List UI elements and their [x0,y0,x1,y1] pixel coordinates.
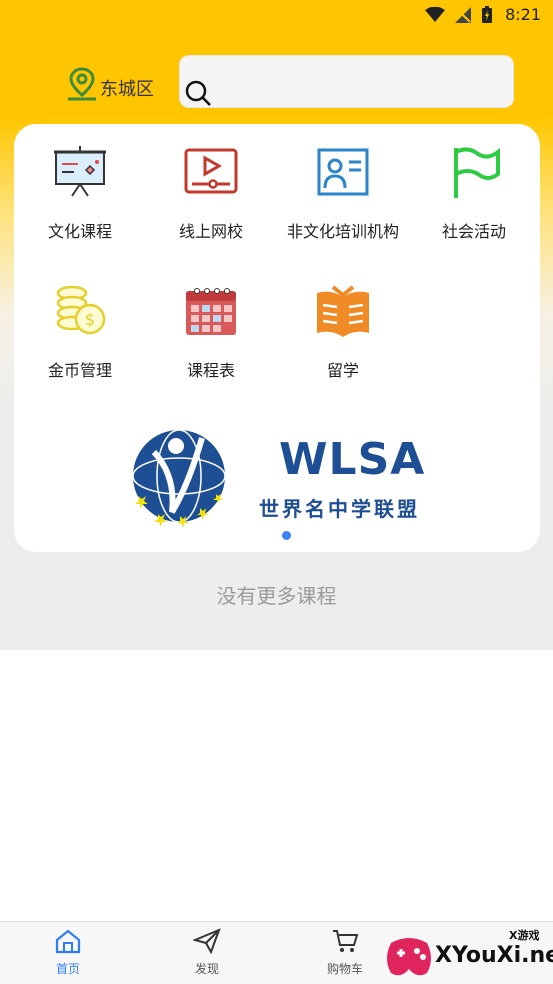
presentation-board-icon [54,146,106,197]
nav-home[interactable]: 首页 [28,928,108,977]
no-more-courses-text: 没有更多课程 [216,584,337,608]
watermark-text: XYouXi.net [435,943,553,968]
search-icon [185,80,211,106]
paper-plane-icon [191,928,221,955]
status-icons [425,6,493,24]
status-bar: 8:21 [0,0,553,30]
location-pin-icon [68,67,96,101]
wlsa-banner[interactable]: WLSA 世界名中学联盟 [124,416,444,536]
menu-item-timetable[interactable]: 课程表 [145,279,277,381]
menu-item-label: 社会活动 [441,222,506,241]
menu-item-label: 非文化培训机构 [286,222,399,241]
menu-item-culture-course[interactable]: 文化课程 [14,140,146,242]
menu-item-study-abroad[interactable]: 留学 [277,279,409,381]
menu-item-label: 金币管理 [47,361,112,380]
location-selector[interactable]: 东城区 [66,67,154,101]
cart-icon [333,930,359,952]
nav-label: 首页 [55,962,80,976]
menu-item-coin-management[interactable]: $ 金币管理 [14,279,146,381]
carousel-indicator[interactable] [282,531,291,540]
video-player-icon [184,148,238,194]
home-icon [55,929,81,954]
menu-item-online-school[interactable]: 线上网校 [145,140,277,242]
coins-icon: $ [56,285,106,335]
flag-icon [454,147,500,198]
nav-label: 购物车 [326,962,363,976]
banner-subtitle: 世界名中学联盟 [259,497,420,521]
no-signal-icon [455,7,471,23]
menu-card: 文化课程 线上网校 非文化培训机构 社会活动 $ 金币管理 课程表 留学 WLS… [14,124,540,552]
watermark: X游戏 XYouXi.net [383,925,553,983]
wifi-icon [425,7,445,22]
battery-icon [482,6,492,23]
menu-item-label: 线上网校 [178,222,243,241]
calendar-icon [186,288,236,335]
gamepad-icon [387,938,431,976]
wlsa-logo [132,429,226,528]
nav-discover[interactable]: 发现 [167,928,247,977]
menu-item-label: 课程表 [186,361,235,380]
menu-item-social-activity[interactable]: 社会活动 [408,140,540,242]
menu-item-label: 文化课程 [47,222,112,241]
nav-cart[interactable]: 购物车 [305,928,385,977]
open-book-icon [317,285,369,337]
search-input[interactable] [179,55,514,108]
watermark-small-text: X游戏 [509,929,540,942]
nav-label: 发现 [194,962,219,976]
id-card-icon [317,148,369,196]
banner-title: WLSA [279,434,426,485]
location-label: 东城区 [100,79,154,100]
menu-item-label: 留学 [326,361,359,380]
status-time: 8:21 [505,5,541,24]
svg-text:$: $ [85,310,95,329]
menu-item-training-institution[interactable]: 非文化培训机构 [277,140,409,242]
